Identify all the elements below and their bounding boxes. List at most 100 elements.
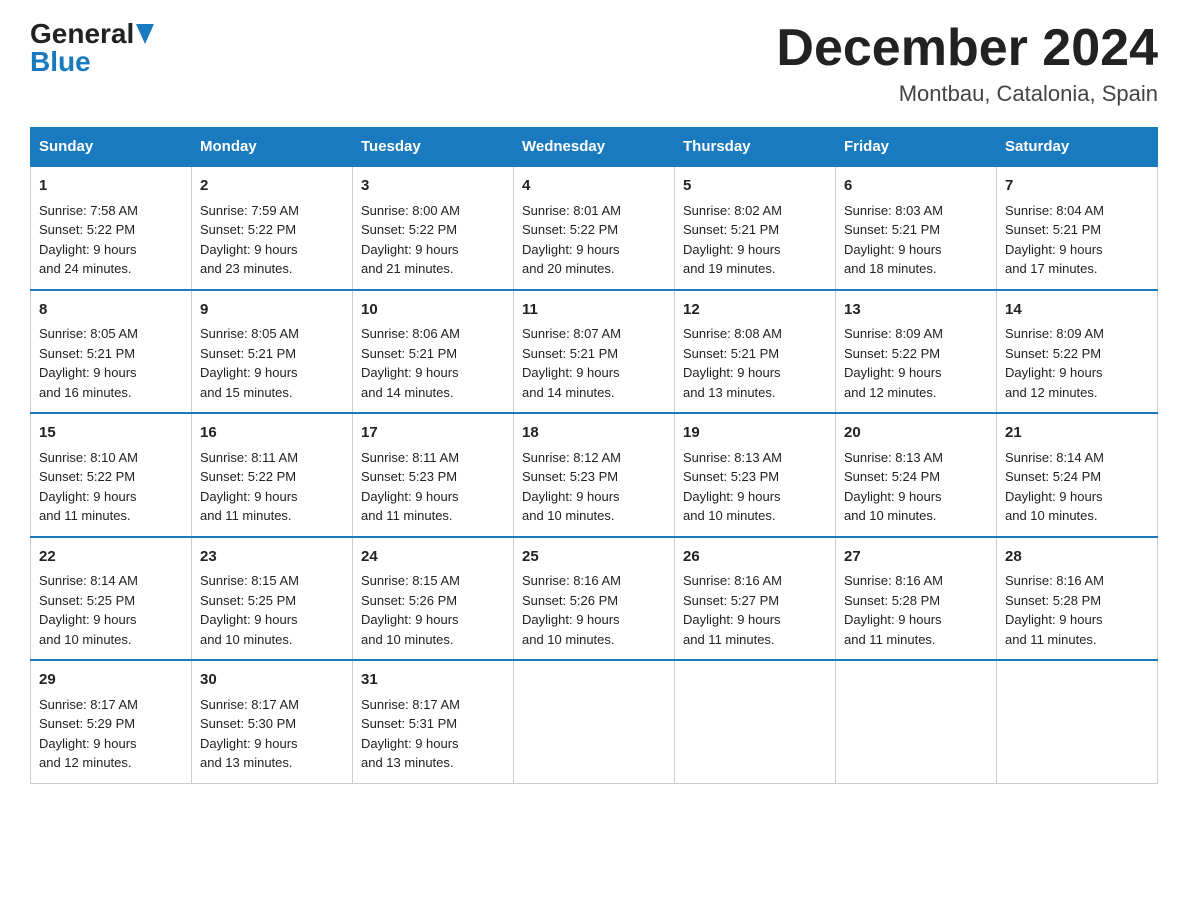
calendar-week-row: 1 Sunrise: 7:58 AM Sunset: 5:22 PM Dayli… <box>31 166 1158 290</box>
table-row: 6 Sunrise: 8:03 AM Sunset: 5:21 PM Dayli… <box>836 166 997 290</box>
table-row: 26 Sunrise: 8:16 AM Sunset: 5:27 PM Dayl… <box>675 537 836 661</box>
day-info: Sunrise: 8:00 AM Sunset: 5:22 PM Dayligh… <box>361 201 505 279</box>
logo-arrow-icon <box>136 24 154 44</box>
day-number: 20 <box>844 422 988 445</box>
day-info: Sunrise: 8:08 AM Sunset: 5:21 PM Dayligh… <box>683 324 827 402</box>
table-row: 7 Sunrise: 8:04 AM Sunset: 5:21 PM Dayli… <box>997 166 1158 290</box>
day-number: 30 <box>200 669 344 692</box>
col-friday: Friday <box>836 128 997 167</box>
day-number: 10 <box>361 299 505 322</box>
logo: General Blue <box>30 20 154 76</box>
day-info: Sunrise: 8:16 AM Sunset: 5:28 PM Dayligh… <box>844 571 988 649</box>
day-info: Sunrise: 8:15 AM Sunset: 5:25 PM Dayligh… <box>200 571 344 649</box>
table-row: 17 Sunrise: 8:11 AM Sunset: 5:23 PM Dayl… <box>353 413 514 537</box>
table-row: 10 Sunrise: 8:06 AM Sunset: 5:21 PM Dayl… <box>353 290 514 414</box>
day-number: 3 <box>361 175 505 198</box>
day-info: Sunrise: 8:09 AM Sunset: 5:22 PM Dayligh… <box>844 324 988 402</box>
logo-blue-text: Blue <box>30 48 91 76</box>
table-row: 18 Sunrise: 8:12 AM Sunset: 5:23 PM Dayl… <box>514 413 675 537</box>
table-row <box>997 660 1158 783</box>
col-monday: Monday <box>192 128 353 167</box>
day-info: Sunrise: 8:07 AM Sunset: 5:21 PM Dayligh… <box>522 324 666 402</box>
table-row: 5 Sunrise: 8:02 AM Sunset: 5:21 PM Dayli… <box>675 166 836 290</box>
day-info: Sunrise: 8:16 AM Sunset: 5:28 PM Dayligh… <box>1005 571 1149 649</box>
calendar-week-row: 29 Sunrise: 8:17 AM Sunset: 5:29 PM Dayl… <box>31 660 1158 783</box>
day-number: 29 <box>39 669 183 692</box>
table-row: 1 Sunrise: 7:58 AM Sunset: 5:22 PM Dayli… <box>31 166 192 290</box>
day-info: Sunrise: 8:13 AM Sunset: 5:24 PM Dayligh… <box>844 448 988 526</box>
day-info: Sunrise: 8:17 AM Sunset: 5:29 PM Dayligh… <box>39 695 183 773</box>
col-wednesday: Wednesday <box>514 128 675 167</box>
day-number: 18 <box>522 422 666 445</box>
calendar-table: Sunday Monday Tuesday Wednesday Thursday… <box>30 127 1158 784</box>
calendar-week-row: 8 Sunrise: 8:05 AM Sunset: 5:21 PM Dayli… <box>31 290 1158 414</box>
day-info: Sunrise: 8:09 AM Sunset: 5:22 PM Dayligh… <box>1005 324 1149 402</box>
col-tuesday: Tuesday <box>353 128 514 167</box>
day-number: 23 <box>200 546 344 569</box>
day-info: Sunrise: 8:14 AM Sunset: 5:25 PM Dayligh… <box>39 571 183 649</box>
day-number: 16 <box>200 422 344 445</box>
table-row: 16 Sunrise: 8:11 AM Sunset: 5:22 PM Dayl… <box>192 413 353 537</box>
day-number: 27 <box>844 546 988 569</box>
day-info: Sunrise: 7:59 AM Sunset: 5:22 PM Dayligh… <box>200 201 344 279</box>
day-info: Sunrise: 8:17 AM Sunset: 5:30 PM Dayligh… <box>200 695 344 773</box>
day-number: 21 <box>1005 422 1149 445</box>
col-saturday: Saturday <box>997 128 1158 167</box>
table-row <box>675 660 836 783</box>
calendar-week-row: 15 Sunrise: 8:10 AM Sunset: 5:22 PM Dayl… <box>31 413 1158 537</box>
day-number: 1 <box>39 175 183 198</box>
col-thursday: Thursday <box>675 128 836 167</box>
table-row: 11 Sunrise: 8:07 AM Sunset: 5:21 PM Dayl… <box>514 290 675 414</box>
day-info: Sunrise: 8:10 AM Sunset: 5:22 PM Dayligh… <box>39 448 183 526</box>
table-row: 20 Sunrise: 8:13 AM Sunset: 5:24 PM Dayl… <box>836 413 997 537</box>
table-row: 2 Sunrise: 7:59 AM Sunset: 5:22 PM Dayli… <box>192 166 353 290</box>
table-row: 13 Sunrise: 8:09 AM Sunset: 5:22 PM Dayl… <box>836 290 997 414</box>
day-info: Sunrise: 8:06 AM Sunset: 5:21 PM Dayligh… <box>361 324 505 402</box>
day-info: Sunrise: 8:11 AM Sunset: 5:23 PM Dayligh… <box>361 448 505 526</box>
day-number: 14 <box>1005 299 1149 322</box>
table-row: 30 Sunrise: 8:17 AM Sunset: 5:30 PM Dayl… <box>192 660 353 783</box>
day-info: Sunrise: 8:02 AM Sunset: 5:21 PM Dayligh… <box>683 201 827 279</box>
day-info: Sunrise: 8:16 AM Sunset: 5:27 PM Dayligh… <box>683 571 827 649</box>
title-block: December 2024 Montbau, Catalonia, Spain <box>776 20 1158 107</box>
location-subtitle: Montbau, Catalonia, Spain <box>776 81 1158 107</box>
day-number: 9 <box>200 299 344 322</box>
table-row <box>836 660 997 783</box>
day-number: 11 <box>522 299 666 322</box>
table-row: 23 Sunrise: 8:15 AM Sunset: 5:25 PM Dayl… <box>192 537 353 661</box>
calendar-week-row: 22 Sunrise: 8:14 AM Sunset: 5:25 PM Dayl… <box>31 537 1158 661</box>
day-info: Sunrise: 8:04 AM Sunset: 5:21 PM Dayligh… <box>1005 201 1149 279</box>
day-info: Sunrise: 8:11 AM Sunset: 5:22 PM Dayligh… <box>200 448 344 526</box>
day-number: 25 <box>522 546 666 569</box>
table-row: 3 Sunrise: 8:00 AM Sunset: 5:22 PM Dayli… <box>353 166 514 290</box>
day-number: 6 <box>844 175 988 198</box>
day-number: 22 <box>39 546 183 569</box>
day-info: Sunrise: 8:14 AM Sunset: 5:24 PM Dayligh… <box>1005 448 1149 526</box>
day-number: 5 <box>683 175 827 198</box>
table-row: 8 Sunrise: 8:05 AM Sunset: 5:21 PM Dayli… <box>31 290 192 414</box>
day-info: Sunrise: 8:13 AM Sunset: 5:23 PM Dayligh… <box>683 448 827 526</box>
logo-general-text: General <box>30 20 134 48</box>
day-number: 4 <box>522 175 666 198</box>
table-row: 15 Sunrise: 8:10 AM Sunset: 5:22 PM Dayl… <box>31 413 192 537</box>
day-info: Sunrise: 8:16 AM Sunset: 5:26 PM Dayligh… <box>522 571 666 649</box>
table-row: 21 Sunrise: 8:14 AM Sunset: 5:24 PM Dayl… <box>997 413 1158 537</box>
day-number: 26 <box>683 546 827 569</box>
table-row: 22 Sunrise: 8:14 AM Sunset: 5:25 PM Dayl… <box>31 537 192 661</box>
day-number: 7 <box>1005 175 1149 198</box>
day-info: Sunrise: 8:15 AM Sunset: 5:26 PM Dayligh… <box>361 571 505 649</box>
table-row: 24 Sunrise: 8:15 AM Sunset: 5:26 PM Dayl… <box>353 537 514 661</box>
table-row <box>514 660 675 783</box>
table-row: 4 Sunrise: 8:01 AM Sunset: 5:22 PM Dayli… <box>514 166 675 290</box>
table-row: 27 Sunrise: 8:16 AM Sunset: 5:28 PM Dayl… <box>836 537 997 661</box>
table-row: 28 Sunrise: 8:16 AM Sunset: 5:28 PM Dayl… <box>997 537 1158 661</box>
table-row: 12 Sunrise: 8:08 AM Sunset: 5:21 PM Dayl… <box>675 290 836 414</box>
day-number: 17 <box>361 422 505 445</box>
col-sunday: Sunday <box>31 128 192 167</box>
table-row: 31 Sunrise: 8:17 AM Sunset: 5:31 PM Dayl… <box>353 660 514 783</box>
month-year-title: December 2024 <box>776 20 1158 77</box>
day-info: Sunrise: 8:03 AM Sunset: 5:21 PM Dayligh… <box>844 201 988 279</box>
table-row: 29 Sunrise: 8:17 AM Sunset: 5:29 PM Dayl… <box>31 660 192 783</box>
day-number: 15 <box>39 422 183 445</box>
day-number: 12 <box>683 299 827 322</box>
